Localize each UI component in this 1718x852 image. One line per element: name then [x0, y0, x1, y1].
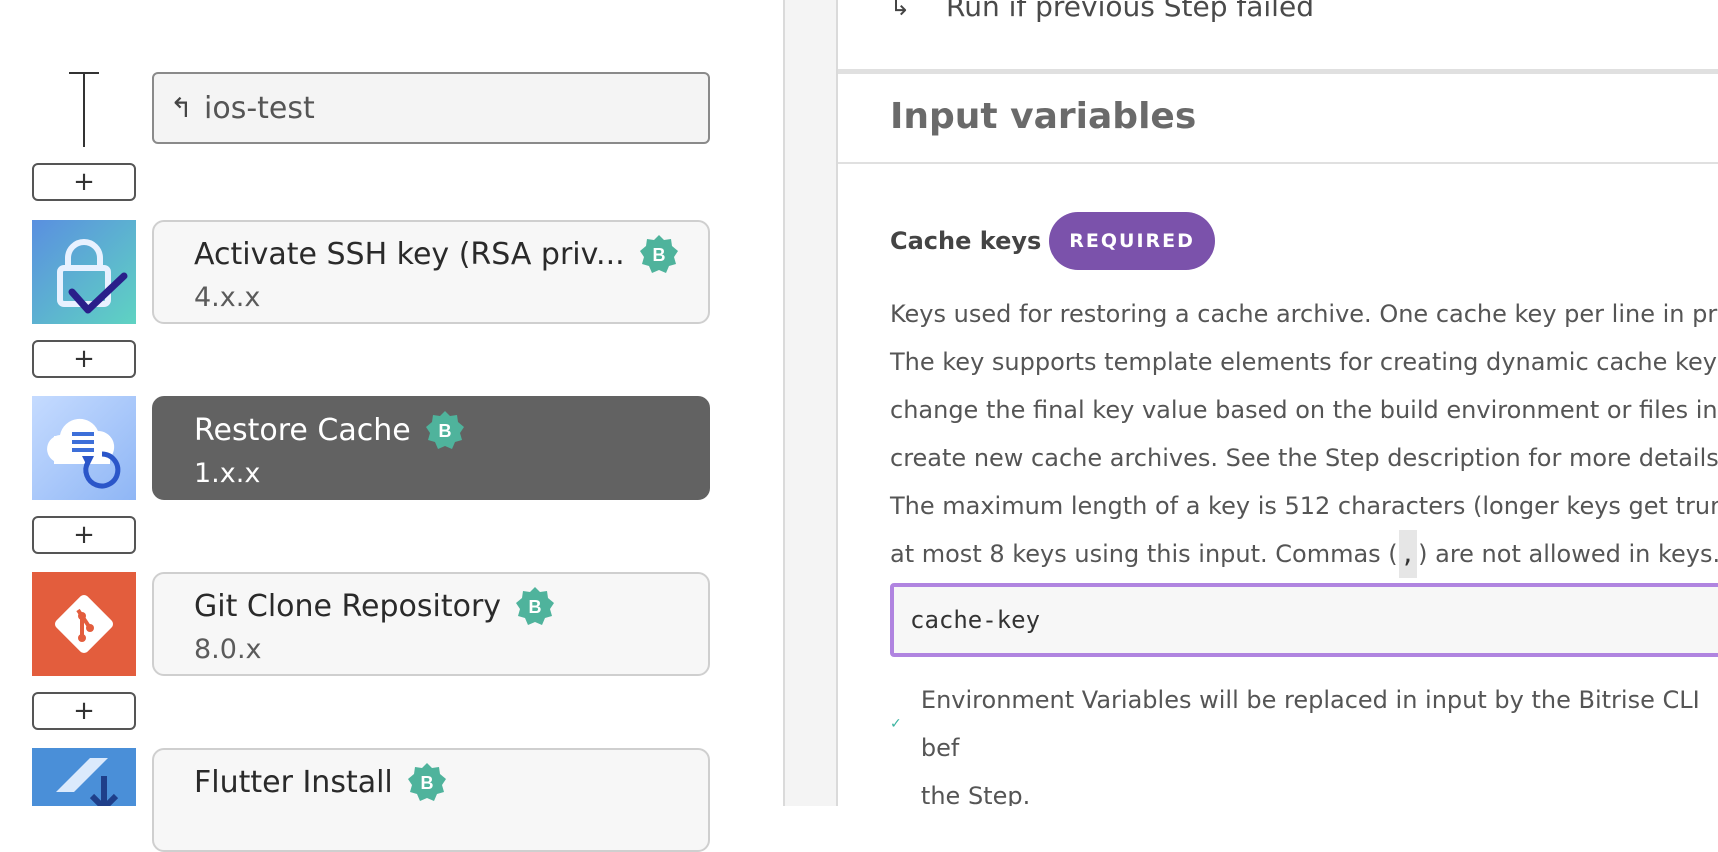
badge-letter: B	[420, 773, 433, 793]
description-line: Keys used for restoring a cache archive.…	[890, 300, 1718, 328]
trigger-connector	[83, 72, 85, 147]
add-step-button[interactable]: +	[32, 516, 136, 554]
description-line: change the final key value based on the …	[890, 396, 1718, 424]
panel-divider[interactable]	[783, 0, 838, 806]
lock-check-icon[interactable]	[32, 220, 136, 324]
step-title: Flutter Install	[194, 764, 393, 800]
step-title-row: Flutter Install B	[194, 762, 447, 802]
env-var-note: ✓ Environment Variables will be replaced…	[890, 676, 1718, 806]
step-version: 1.x.x	[194, 458, 261, 489]
flutter-icon[interactable]	[32, 748, 136, 806]
step-version: 8.0.x	[194, 634, 262, 665]
workflow-editor: ↰ ios-test + + + + Activate SSH key (RSA…	[0, 0, 783, 852]
cloud-restore-icon[interactable]	[32, 396, 136, 500]
step-card-activate-ssh-key[interactable]: Activate SSH key (RSA priv... B 4.x.x	[152, 220, 710, 324]
description-line-last: at most 8 keys using this input. Commas …	[890, 530, 1718, 578]
return-arrow-icon: ↳	[890, 0, 911, 21]
divider	[838, 162, 1718, 164]
env-note-text: Environment Variables will be replaced i…	[921, 676, 1718, 806]
description-text: ) are not allowed in keys.	[1418, 540, 1718, 568]
input-description: Keys used for restoring a cache archive.…	[890, 290, 1718, 578]
add-step-button[interactable]: +	[32, 163, 136, 201]
env-note-line: the Step.	[920, 782, 1031, 806]
description-line: The key supports template elements for c…	[890, 348, 1718, 376]
verified-badge-icon: B	[639, 234, 679, 274]
step-title: Restore Cache	[194, 412, 411, 448]
add-step-button[interactable]: +	[32, 340, 136, 378]
trigger-box[interactable]: ↰ ios-test	[152, 72, 710, 144]
run-if-previous-failed[interactable]: ↳ Run if previous Step failed	[890, 0, 1314, 23]
step-title-row: Restore Cache B	[194, 410, 465, 450]
step-card-flutter-install[interactable]: Flutter Install B	[152, 748, 710, 852]
input-label-row: Cache keys REQUIRED	[890, 212, 1215, 270]
step-title: Activate SSH key (RSA priv...	[194, 236, 625, 272]
add-step-button[interactable]: +	[32, 692, 136, 730]
verified-badge-icon: B	[425, 410, 465, 450]
step-config-panel: ↳ Run if previous Step failed Input vari…	[838, 0, 1718, 806]
step-title-row: Activate SSH key (RSA priv... B	[194, 234, 679, 274]
divider	[838, 69, 1718, 74]
check-icon: ✓	[890, 716, 902, 732]
section-title: Input variables	[890, 96, 1197, 137]
verified-badge-icon: B	[515, 586, 555, 626]
required-badge: REQUIRED	[1049, 212, 1215, 270]
badge-letter: B	[529, 597, 542, 617]
description-line: create new cache archives. See the Step …	[890, 444, 1718, 472]
git-icon[interactable]	[32, 572, 136, 676]
description-line: The maximum length of a key is 512 chara…	[890, 492, 1718, 520]
env-note-line: Environment Variables will be replaced i…	[920, 686, 1700, 762]
step-card-git-clone[interactable]: Git Clone Repository B 8.0.x	[152, 572, 710, 676]
step-card-restore-cache[interactable]: Restore Cache B 1.x.x	[152, 396, 710, 500]
badge-letter: B	[438, 421, 451, 441]
inline-code: ,	[1398, 530, 1418, 578]
return-arrow-icon: ↰	[170, 92, 193, 124]
verified-badge-icon: B	[407, 762, 447, 802]
step-version: 4.x.x	[194, 282, 261, 313]
trigger-label: ios-test	[204, 90, 315, 126]
step-title: Git Clone Repository	[194, 588, 502, 624]
run-if-label: Run if previous Step failed	[946, 0, 1314, 23]
badge-letter: B	[652, 245, 665, 265]
input-label: Cache keys	[890, 227, 1042, 255]
cache-keys-input[interactable]: cache-key	[890, 583, 1718, 657]
step-title-row: Git Clone Repository B	[194, 586, 555, 626]
description-text: at most 8 keys using this input. Commas …	[890, 540, 1398, 568]
